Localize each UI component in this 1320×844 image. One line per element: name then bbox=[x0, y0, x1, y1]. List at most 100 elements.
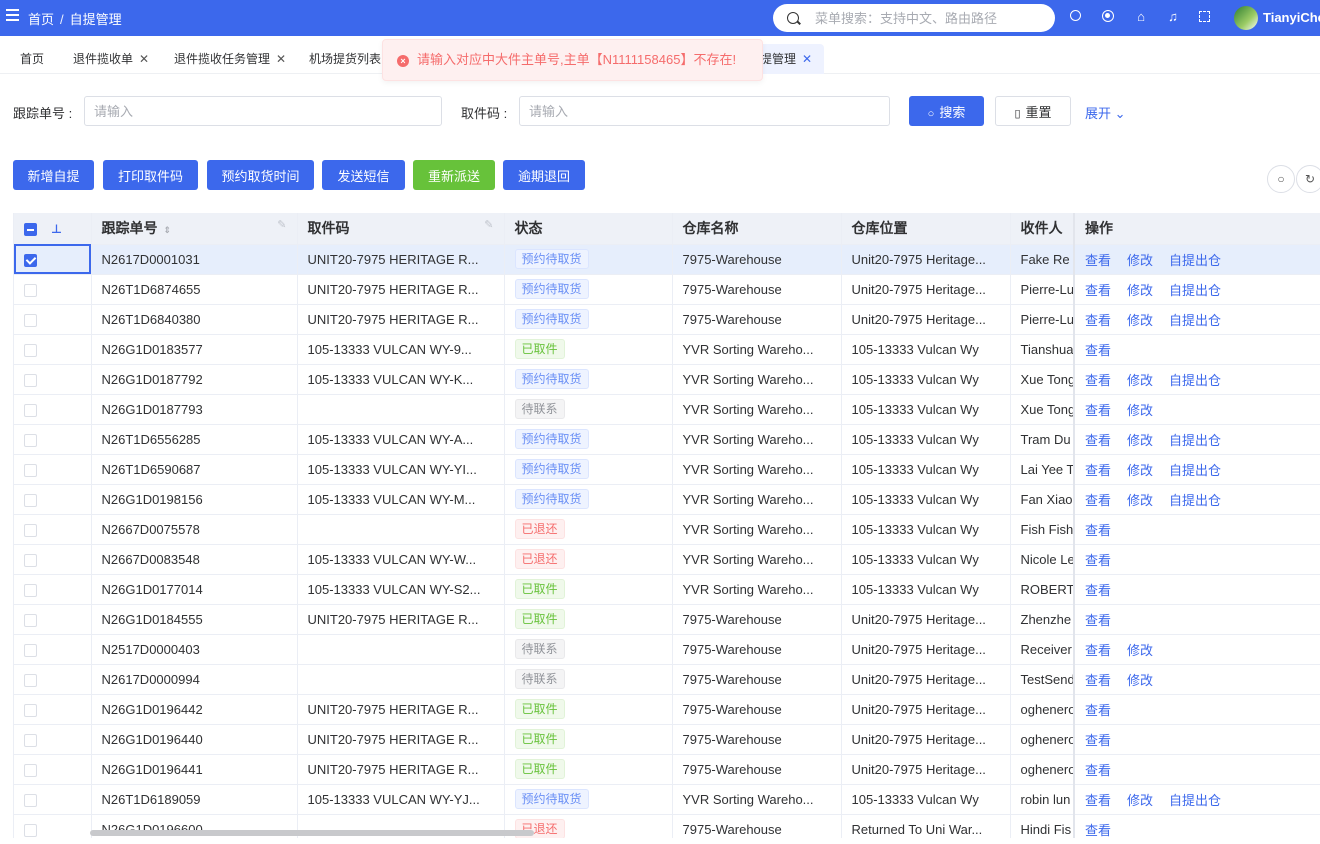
row-checkbox[interactable] bbox=[24, 583, 37, 597]
row-checkbox[interactable] bbox=[24, 283, 37, 297]
row-select-cell[interactable] bbox=[14, 274, 92, 305]
add-pickup-button[interactable]: 新增自提 bbox=[13, 160, 94, 190]
view-link[interactable]: 查看 bbox=[1085, 793, 1111, 808]
table-row[interactable]: N26T1D6840380 UNIT20-7975 HERITAGE R... 预约… bbox=[14, 304, 1320, 335]
row-checkbox[interactable] bbox=[24, 313, 37, 327]
pickup-out-link[interactable]: 自提出仓 bbox=[1169, 313, 1221, 328]
search-button[interactable]: ○ 搜索 bbox=[909, 96, 984, 126]
row-checkbox[interactable] bbox=[24, 433, 37, 447]
row-checkbox[interactable] bbox=[24, 373, 37, 387]
table-row[interactable]: N26G1D0196442 UNIT20-7975 HERITAGE R... 已取… bbox=[14, 694, 1320, 725]
view-link[interactable]: 查看 bbox=[1085, 283, 1111, 298]
table-row[interactable]: N26G1D0183577 105-13333 VULCAN WY-9... 已取件… bbox=[14, 334, 1320, 365]
table-row[interactable]: N26G1D0177014 105-13333 VULCAN WY-S2... 已取… bbox=[14, 574, 1320, 605]
theme-icon[interactable] bbox=[1101, 9, 1117, 25]
row-checkbox[interactable] bbox=[24, 343, 37, 357]
edit-link[interactable]: 修改 bbox=[1127, 493, 1153, 508]
table-row[interactable]: N26G1D0196440 UNIT20-7975 HERITAGE R... 已取… bbox=[14, 724, 1320, 755]
row-select-cell[interactable] bbox=[14, 634, 92, 665]
expand-toggle[interactable]: 展开 ⌄ bbox=[1085, 103, 1126, 122]
edit-link[interactable]: 修改 bbox=[1127, 373, 1153, 388]
select-all-cell[interactable]: ⊥ bbox=[14, 213, 92, 245]
view-link[interactable]: 查看 bbox=[1085, 433, 1111, 448]
row-checkbox[interactable] bbox=[24, 403, 37, 417]
search-toggle-icon[interactable]: ○ bbox=[1267, 165, 1295, 193]
table-row[interactable]: N26T1D6590687 105-13333 VULCAN WY-YI... 预约… bbox=[14, 454, 1320, 485]
view-link[interactable]: 查看 bbox=[1085, 643, 1111, 658]
view-link[interactable]: 查看 bbox=[1085, 493, 1111, 508]
username[interactable]: TianyiChe bbox=[1263, 10, 1320, 25]
row-checkbox[interactable] bbox=[24, 643, 37, 657]
row-select-cell[interactable] bbox=[14, 364, 92, 395]
select-all-checkbox[interactable] bbox=[24, 223, 37, 237]
row-checkbox[interactable] bbox=[24, 613, 37, 627]
row-select-cell[interactable] bbox=[14, 304, 92, 335]
pickup-out-link[interactable]: 自提出仓 bbox=[1169, 253, 1221, 268]
bell-icon[interactable]: ♫ bbox=[1165, 9, 1181, 25]
row-checkbox[interactable] bbox=[24, 553, 37, 567]
tab-home[interactable]: 首页 bbox=[20, 44, 44, 74]
view-link[interactable]: 查看 bbox=[1085, 673, 1111, 688]
row-select-cell[interactable] bbox=[14, 694, 92, 725]
view-link[interactable]: 查看 bbox=[1085, 733, 1111, 748]
close-icon[interactable]: ✕ bbox=[276, 52, 286, 66]
pickup-out-link[interactable]: 自提出仓 bbox=[1169, 793, 1221, 808]
view-link[interactable]: 查看 bbox=[1085, 343, 1111, 358]
tab-return-pickup[interactable]: 退件揽收单 ✕ bbox=[73, 44, 149, 74]
table-row[interactable]: N2617D0001031 UNIT20-7975 HERITAGE R... 预约… bbox=[14, 244, 1320, 275]
row-checkbox[interactable] bbox=[24, 673, 37, 687]
pin-icon[interactable]: ⊥ bbox=[51, 222, 62, 236]
pickup-out-link[interactable]: 自提出仓 bbox=[1169, 493, 1221, 508]
edit-link[interactable]: 修改 bbox=[1127, 283, 1153, 298]
tab-return-task[interactable]: 退件揽收任务管理 ✕ bbox=[174, 44, 286, 74]
skin-icon[interactable]: ⌂ bbox=[1133, 9, 1149, 25]
view-link[interactable]: 查看 bbox=[1085, 373, 1111, 388]
row-select-cell[interactable] bbox=[14, 574, 92, 605]
horizontal-scrollbar[interactable] bbox=[90, 830, 534, 836]
row-checkbox[interactable] bbox=[24, 763, 37, 777]
menu-toggle-icon[interactable] bbox=[6, 9, 19, 23]
col-tracking[interactable]: 跟踪单号 ⇕ ✎ bbox=[91, 213, 298, 245]
row-checkbox[interactable] bbox=[24, 793, 37, 807]
refresh-icon[interactable]: ↻ bbox=[1296, 165, 1320, 193]
pin-icon[interactable]: ✎ bbox=[277, 218, 286, 231]
print-code-button[interactable]: 打印取件码 bbox=[103, 160, 198, 190]
edit-link[interactable]: 修改 bbox=[1127, 403, 1153, 418]
breadcrumb-home[interactable]: 首页 bbox=[28, 12, 54, 27]
row-select-cell[interactable] bbox=[14, 784, 92, 815]
row-select-cell[interactable] bbox=[14, 814, 92, 838]
fullscreen-icon[interactable] bbox=[1197, 9, 1213, 25]
view-link[interactable]: 查看 bbox=[1085, 763, 1111, 778]
send-sms-button[interactable]: 发送短信 bbox=[322, 160, 405, 190]
view-link[interactable]: 查看 bbox=[1085, 613, 1111, 628]
table-row[interactable]: N2517D0000403 待联系 7975-Warehouse Unit20-797… bbox=[14, 634, 1320, 665]
row-checkbox[interactable] bbox=[24, 463, 37, 477]
table-row[interactable]: N26T1D6874655 UNIT20-7975 HERITAGE R... 预约… bbox=[14, 274, 1320, 305]
tracking-input[interactable] bbox=[84, 96, 442, 126]
schedule-pickup-button[interactable]: 预约取货时间 bbox=[207, 160, 314, 190]
view-link[interactable]: 查看 bbox=[1085, 253, 1111, 268]
row-select-cell[interactable] bbox=[14, 424, 92, 455]
row-checkbox[interactable] bbox=[24, 253, 37, 267]
row-checkbox[interactable] bbox=[24, 523, 37, 537]
table-row[interactable]: N26G1D0187792 105-13333 VULCAN WY-K... 预约待… bbox=[14, 364, 1320, 395]
view-link[interactable]: 查看 bbox=[1085, 703, 1111, 718]
row-select-cell[interactable] bbox=[14, 664, 92, 695]
table-row[interactable]: N26T1D6189059 105-13333 VULCAN WY-YJ... 预约… bbox=[14, 784, 1320, 815]
edit-link[interactable]: 修改 bbox=[1127, 673, 1153, 688]
row-select-cell[interactable] bbox=[14, 724, 92, 755]
row-select-cell[interactable] bbox=[14, 334, 92, 365]
view-link[interactable]: 查看 bbox=[1085, 583, 1111, 598]
reset-button[interactable]: ▯ 重置 bbox=[995, 96, 1071, 126]
close-icon[interactable]: ✕ bbox=[139, 52, 149, 66]
table-row[interactable]: N26T1D6556285 105-13333 VULCAN WY-A... 预约待… bbox=[14, 424, 1320, 455]
edit-link[interactable]: 修改 bbox=[1127, 463, 1153, 478]
view-link[interactable]: 查看 bbox=[1085, 523, 1111, 538]
row-checkbox[interactable] bbox=[24, 493, 37, 507]
row-select-cell[interactable] bbox=[14, 604, 92, 635]
row-select-cell[interactable] bbox=[14, 514, 92, 545]
close-icon[interactable]: ✕ bbox=[802, 52, 812, 66]
row-select-cell[interactable] bbox=[14, 394, 92, 425]
row-select-cell[interactable] bbox=[14, 454, 92, 485]
col-code[interactable]: 取件码 ✎ bbox=[297, 213, 505, 245]
